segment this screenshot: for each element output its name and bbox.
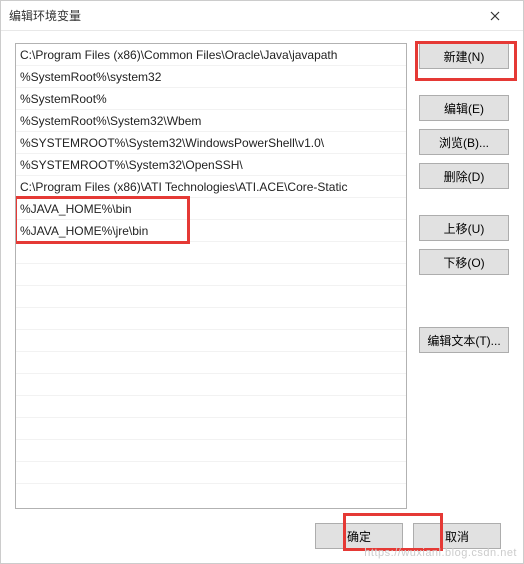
list-item[interactable] <box>16 330 406 352</box>
path-listbox[interactable]: C:\Program Files (x86)\Common Files\Orac… <box>15 43 407 509</box>
ok-button[interactable]: 确定 <box>315 523 403 549</box>
edit-button[interactable]: 编辑(E) <box>419 95 509 121</box>
moveup-button[interactable]: 上移(U) <box>419 215 509 241</box>
dialog-footer: 确定 取消 <box>1 509 523 563</box>
new-button[interactable]: 新建(N) <box>419 43 509 69</box>
dialog-content: C:\Program Files (x86)\Common Files\Orac… <box>1 31 523 509</box>
list-item[interactable]: %SYSTEMROOT%\System32\WindowsPowerShell\… <box>16 132 406 154</box>
dialog-title: 编辑环境变量 <box>9 7 475 24</box>
list-item[interactable] <box>16 440 406 462</box>
list-item[interactable]: C:\Program Files (x86)\ATI Technologies\… <box>16 176 406 198</box>
list-item[interactable] <box>16 374 406 396</box>
list-item[interactable]: %SYSTEMROOT%\System32\OpenSSH\ <box>16 154 406 176</box>
movedown-button[interactable]: 下移(O) <box>419 249 509 275</box>
button-sidebar: 新建(N) 编辑(E) 浏览(B)... 删除(D) 上移(U) 下移(O) 编… <box>419 43 509 509</box>
list-item[interactable]: %JAVA_HOME%\jre\bin <box>16 220 406 242</box>
list-item[interactable] <box>16 308 406 330</box>
list-item[interactable] <box>16 462 406 484</box>
titlebar: 编辑环境变量 <box>1 1 523 31</box>
close-icon <box>490 11 500 21</box>
cancel-button[interactable]: 取消 <box>413 523 501 549</box>
list-item[interactable]: %SystemRoot% <box>16 88 406 110</box>
list-item[interactable] <box>16 418 406 440</box>
list-item[interactable] <box>16 242 406 264</box>
list-item[interactable]: %SystemRoot%\system32 <box>16 66 406 88</box>
list-item[interactable] <box>16 396 406 418</box>
close-button[interactable] <box>475 2 515 30</box>
delete-button[interactable]: 删除(D) <box>419 163 509 189</box>
dialog-window: 编辑环境变量 C:\Program Files (x86)\Common Fil… <box>0 0 524 564</box>
list-item[interactable] <box>16 264 406 286</box>
edittext-button[interactable]: 编辑文本(T)... <box>419 327 509 353</box>
list-item[interactable]: %SystemRoot%\System32\Wbem <box>16 110 406 132</box>
list-item[interactable]: %JAVA_HOME%\bin <box>16 198 406 220</box>
list-item[interactable]: C:\Program Files (x86)\Common Files\Orac… <box>16 44 406 66</box>
browse-button[interactable]: 浏览(B)... <box>419 129 509 155</box>
list-item[interactable] <box>16 352 406 374</box>
list-item[interactable] <box>16 286 406 308</box>
